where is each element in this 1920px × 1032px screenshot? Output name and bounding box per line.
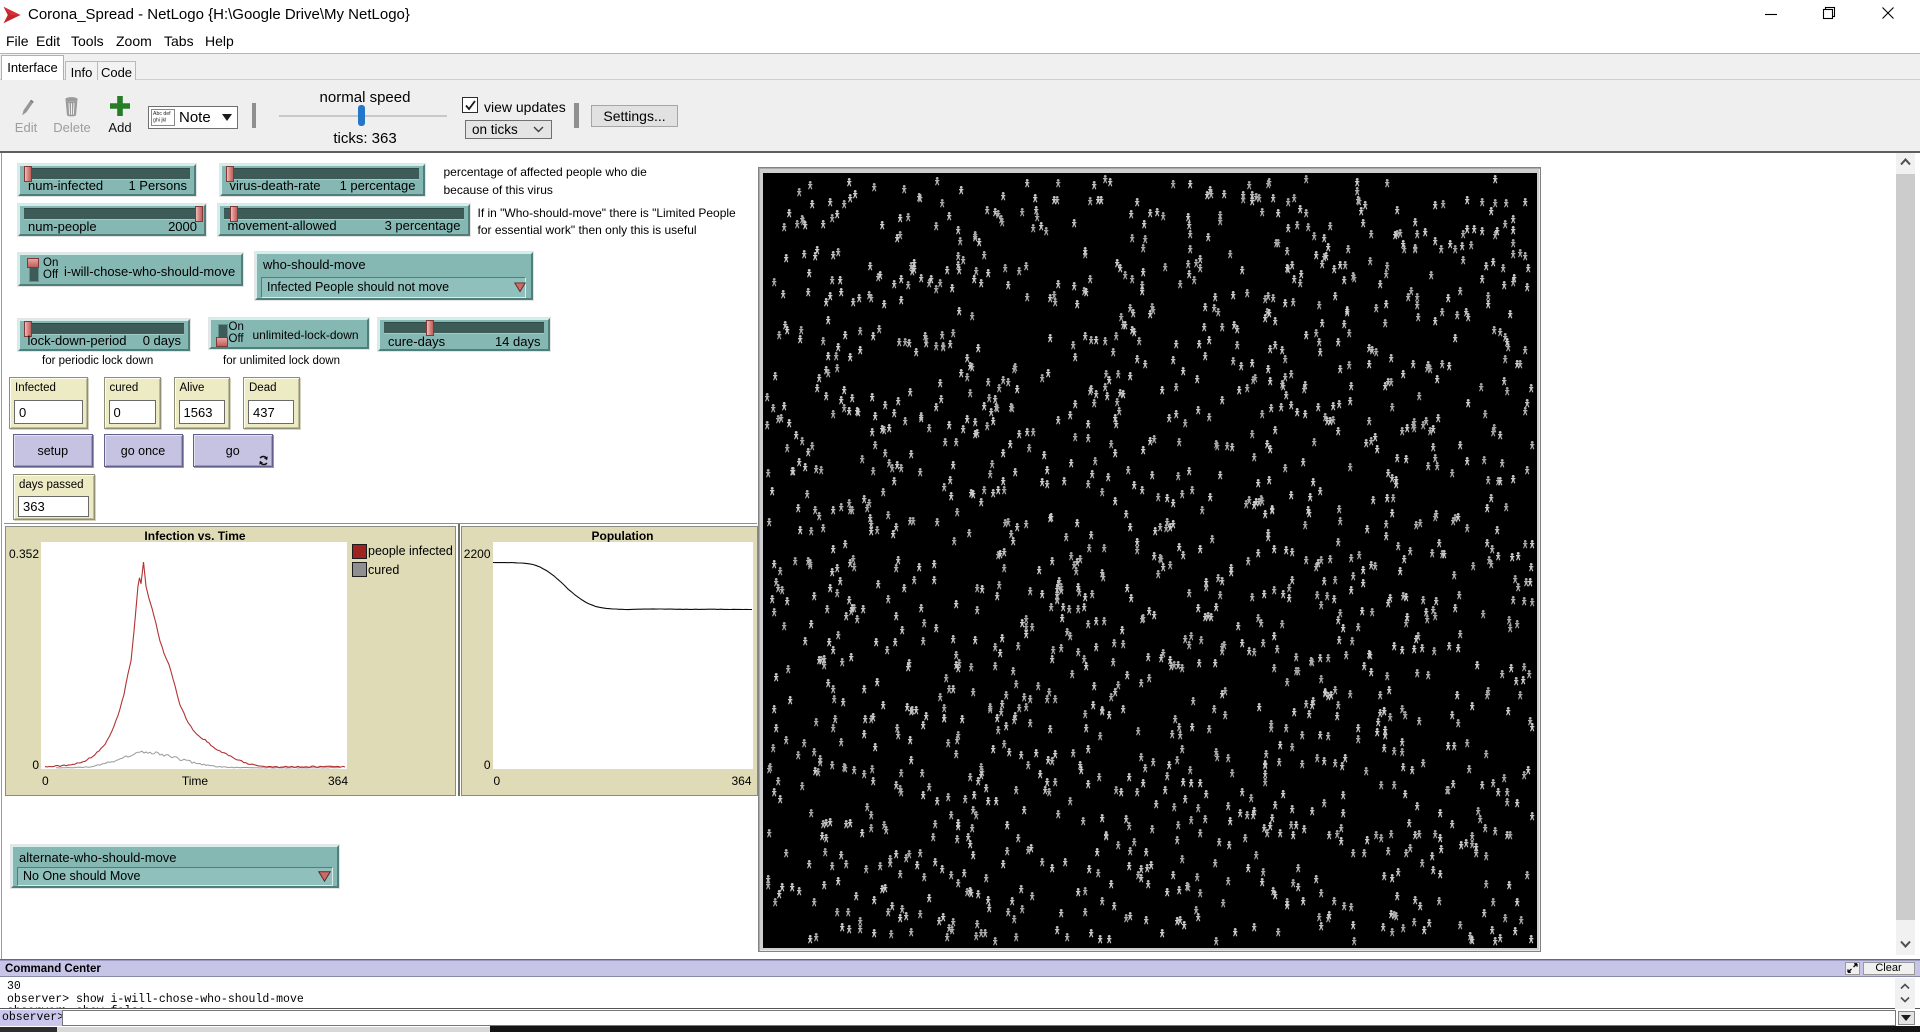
- svg-text:ghi jkl: ghi jkl: [153, 118, 166, 124]
- svg-text:Abc def: Abc def: [153, 111, 171, 117]
